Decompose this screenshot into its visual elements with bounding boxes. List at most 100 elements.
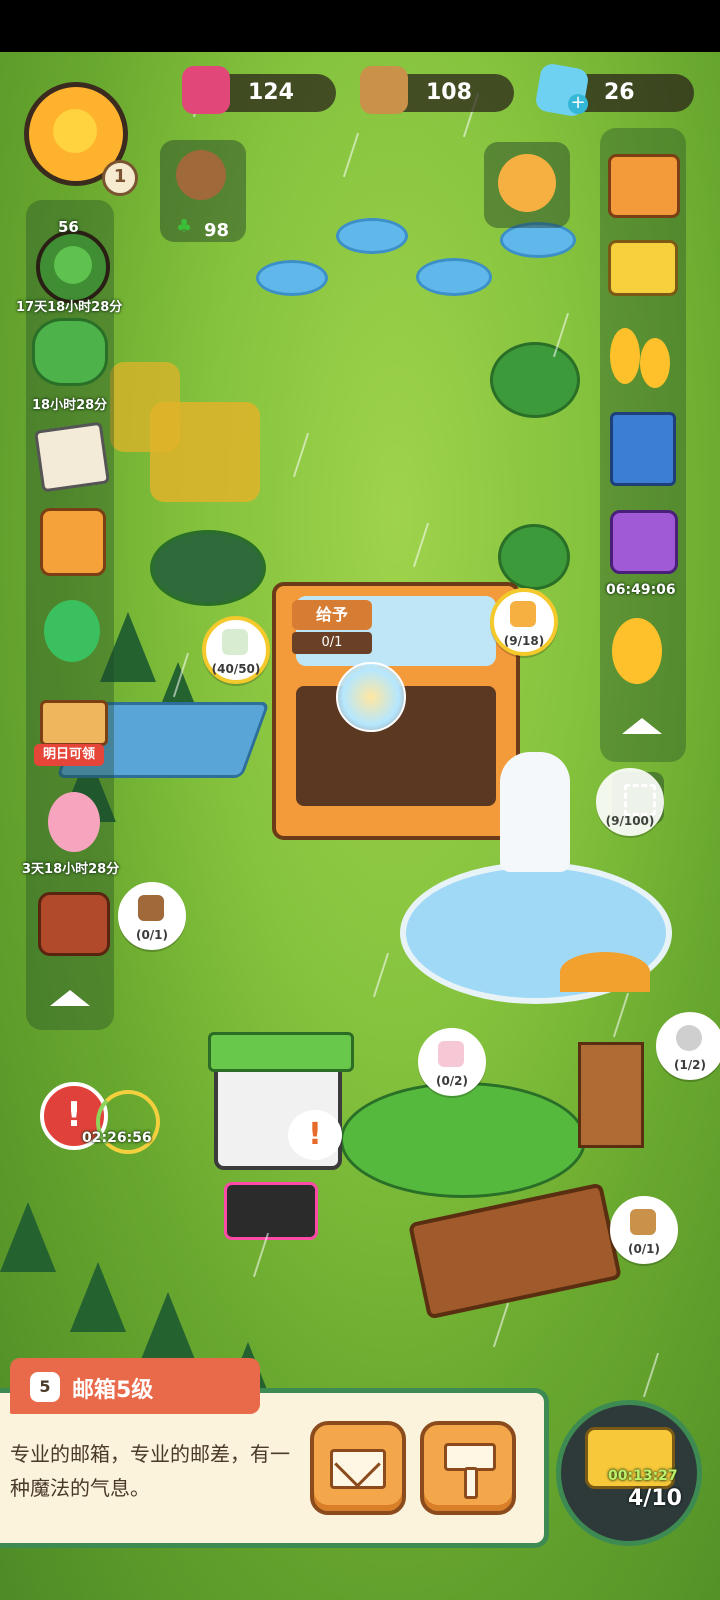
alert-timer: 02:26:56: [82, 1130, 152, 1146]
jam-count: 124: [248, 80, 294, 105]
duck-friends-button[interactable]: [606, 322, 676, 388]
plus-icon[interactable]: +: [568, 94, 588, 114]
duck-chest-icon: [38, 892, 110, 956]
pine-tree: [0, 1202, 56, 1272]
meter-progress: (40/50): [211, 662, 261, 676]
wood-count: 108: [426, 80, 472, 105]
status-bar: [0, 0, 720, 52]
cat-statue: [500, 752, 570, 872]
crate-progress: (0/1): [627, 1242, 661, 1256]
bush-build-button[interactable]: [32, 318, 108, 386]
give-button[interactable]: 给予: [292, 600, 372, 630]
give-progress: 0/1: [292, 632, 372, 654]
chevron-up-icon[interactable]: [50, 990, 90, 1006]
clover-icon: ♣: [176, 216, 193, 237]
fox-helper-button[interactable]: [484, 142, 570, 228]
book-icon: [610, 412, 676, 486]
duck-icon: [610, 328, 640, 384]
spiral-bubble[interactable]: [336, 662, 406, 732]
bus-count: 4/10: [628, 1486, 682, 1511]
tree-level-button[interactable]: [36, 230, 110, 304]
claim-tomorrow-badge: 明日可领: [34, 744, 104, 766]
bear-icon: [138, 895, 164, 921]
mail-button[interactable]: [310, 1421, 406, 1515]
photo-icon: [438, 1041, 464, 1067]
gift-pack-icon: [610, 510, 678, 574]
photo-progress: (0/2): [435, 1074, 469, 1088]
bird-event-button[interactable]: [36, 600, 106, 664]
tree-level: 56: [58, 218, 79, 236]
mailbox-roof: [208, 1032, 354, 1072]
chevron-up-icon[interactable]: [622, 718, 662, 734]
coin-bubble[interactable]: (1/2): [656, 1012, 720, 1080]
gem-counter[interactable]: + 26: [534, 62, 694, 118]
bear-timer: 3天18小时28分: [22, 862, 120, 877]
player-level-badge: 1: [102, 160, 138, 196]
wood-counter[interactable]: 108: [360, 66, 514, 114]
duck-avatar-face: [53, 109, 97, 153]
bear-bubble[interactable]: (0/1): [118, 882, 186, 950]
pine-tree: [70, 1262, 126, 1332]
fox-icon: [498, 154, 556, 212]
neon-sign[interactable]: [224, 1182, 318, 1240]
bush-timer: 18小时28分: [32, 398, 108, 413]
building-level-badge: 5: [30, 1372, 60, 1402]
clover-count: 98: [204, 220, 230, 241]
building-icon: [40, 700, 108, 746]
dark-bush: [150, 530, 266, 606]
umbrella: [560, 952, 650, 992]
log-icon: [360, 66, 408, 114]
bear-icon: [176, 150, 226, 200]
hidden-progress: (9/100): [605, 814, 655, 828]
pink-bear-icon: [48, 792, 100, 852]
parrot-icon: [44, 600, 100, 662]
bush-icon: [32, 318, 108, 386]
tree-timer: 17天18小时28分: [16, 300, 123, 315]
duck-icon: [640, 338, 670, 388]
bus-timer: 00:13:27: [608, 1468, 678, 1484]
hedge: [340, 1082, 586, 1198]
pine-tree: [140, 1292, 196, 1362]
newspaper-button[interactable]: [34, 421, 110, 493]
pink-bear-button[interactable]: [40, 792, 110, 856]
shop-stall-button[interactable]: [606, 150, 680, 218]
exclamation-bubble[interactable]: !: [288, 1110, 342, 1160]
building-title: 邮箱5级: [72, 1378, 154, 1403]
duck-task-button[interactable]: [606, 616, 676, 684]
berry-bush[interactable]: [490, 342, 580, 418]
hidden-bubble[interactable]: (9/100): [596, 768, 664, 836]
fox-progress: (9/18): [503, 634, 545, 648]
puddle: [336, 218, 408, 254]
crate-icon: [630, 1209, 656, 1235]
wheat-field[interactable]: [110, 362, 180, 452]
gem-count: 26: [604, 80, 635, 105]
crate-bubble[interactable]: (0/1): [610, 1196, 678, 1264]
jam-icon: [182, 66, 230, 114]
coin-progress: (1/2): [673, 1058, 707, 1072]
gift-pack-button[interactable]: [606, 506, 678, 574]
gauge-icon: [222, 629, 248, 655]
meter-bubble[interactable]: (40/50): [202, 616, 270, 684]
fox-bubble[interactable]: (9/18): [490, 588, 558, 656]
newspaper-icon: [34, 421, 110, 493]
lifeguard-chair[interactable]: [578, 1042, 644, 1148]
envelope-icon: [330, 1441, 386, 1489]
delivery-cart-button[interactable]: [606, 236, 678, 300]
friends-button[interactable]: ♣ 98: [160, 140, 246, 242]
jam-counter[interactable]: 124: [182, 66, 336, 114]
puddle: [256, 260, 328, 296]
bear-progress: (0/1): [135, 928, 169, 942]
coin-icon: [676, 1025, 702, 1051]
puddle: [416, 258, 492, 296]
fox-box-button[interactable]: [36, 508, 106, 576]
duck-chest-button[interactable]: [36, 886, 110, 956]
bush: [498, 524, 570, 590]
gift-box-icon: [40, 508, 106, 576]
gift-timer: 06:49:06: [606, 582, 676, 598]
catalog-book-button[interactable]: [606, 410, 676, 486]
building-description: 专业的邮箱，专业的邮差，有一种魔法的气息。: [10, 1442, 290, 1500]
photo-bubble[interactable]: (0/2): [418, 1028, 486, 1096]
decorate-button[interactable]: [420, 1421, 516, 1515]
duck-check-icon: [612, 618, 662, 684]
wooden-board[interactable]: [407, 1182, 623, 1320]
